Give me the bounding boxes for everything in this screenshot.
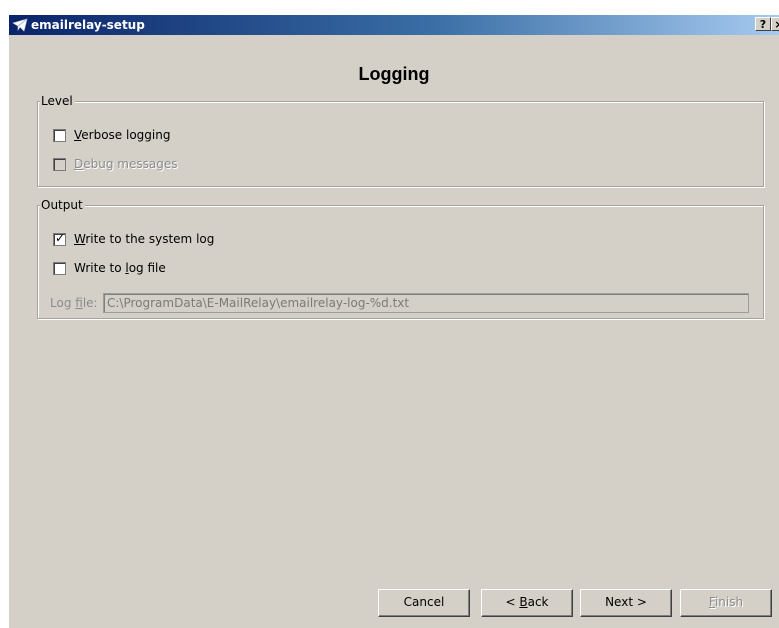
log-file-path-input: C:\ProgramData\E-MailRelay\emailrelay-lo… [103, 293, 749, 313]
title-bar[interactable]: emailrelay-setup ? × [9, 15, 779, 35]
output-group: Output ✓ Write to the system log Write t… [37, 198, 764, 319]
verbose-logging-label[interactable]: Verbose logging [74, 127, 170, 143]
cancel-button[interactable]: Cancel [378, 589, 470, 617]
help-button[interactable]: ? [755, 17, 771, 31]
verbose-logging-box[interactable] [53, 128, 66, 142]
window-title: emailrelay-setup [31, 18, 145, 32]
output-group-legend: Output [40, 198, 85, 212]
system-log-checkbox[interactable]: ✓ Write to the system log [53, 231, 214, 247]
back-button[interactable]: < Back [481, 589, 573, 617]
page-title: Logging [358, 64, 430, 84]
setup-window: emailrelay-setup ? × Logging Level Verbo… [9, 15, 779, 628]
log-file-field-label: Log file: [50, 296, 98, 310]
log-file-checkbox-label[interactable]: Write to log file [74, 260, 166, 276]
debug-messages-checkbox: Debug messages [53, 156, 177, 172]
debug-messages-box [53, 157, 66, 171]
verbose-logging-checkbox[interactable]: Verbose logging [53, 127, 170, 143]
email-envelope-icon [12, 18, 28, 32]
system-log-box[interactable]: ✓ [53, 230, 66, 246]
close-button[interactable]: × [771, 17, 779, 31]
debug-messages-label: Debug messages [74, 157, 178, 171]
level-group: Level Verbose logging Debug messages [37, 94, 764, 187]
level-group-legend: Level [40, 94, 75, 108]
check-mark-icon: ✓ [55, 230, 66, 245]
next-button[interactable]: Next > [580, 589, 672, 617]
system-log-label[interactable]: Write to the system log [74, 231, 214, 247]
log-file-box[interactable] [53, 261, 66, 275]
log-file-checkbox[interactable]: Write to log file [53, 260, 166, 276]
finish-button: Finish [680, 589, 772, 617]
